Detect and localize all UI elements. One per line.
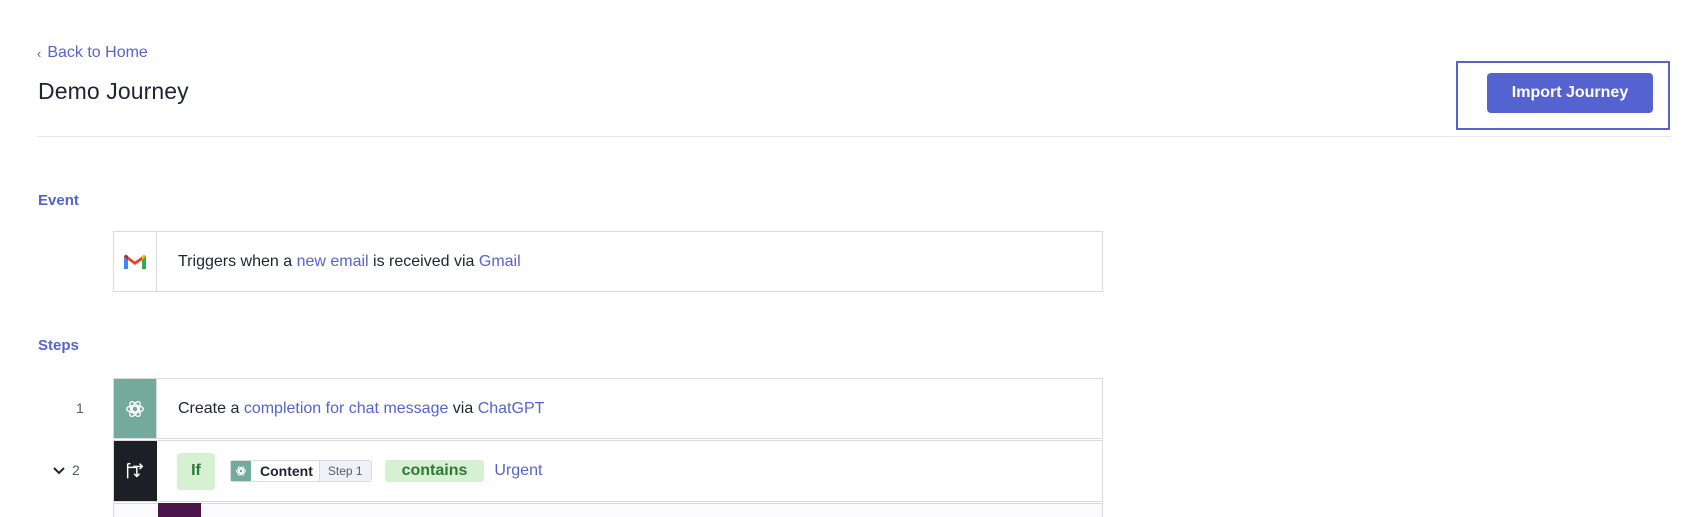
- chevron-left-icon: ‹: [37, 45, 42, 61]
- gmail-icon: [114, 232, 157, 291]
- step-1-prefix-text: Create a: [178, 399, 244, 417]
- step-1-middle-text: via: [448, 399, 478, 417]
- condition-value-link[interactable]: Urgent: [494, 462, 542, 480]
- operator-pill[interactable]: contains: [384, 460, 485, 482]
- chatgpt-app-link[interactable]: ChatGPT: [478, 400, 545, 417]
- branch-icon: [114, 441, 157, 501]
- field-step-badge: Step 1: [318, 461, 371, 481]
- if-pill: If: [177, 452, 215, 490]
- completion-action-link[interactable]: completion for chat message: [244, 400, 449, 417]
- page-title: Demo Journey: [38, 78, 189, 104]
- chatgpt-icon: [114, 379, 157, 438]
- step-1-number: 1: [76, 400, 84, 416]
- event-trigger-text: Triggers when a new email is received vi…: [157, 253, 521, 271]
- slack-icon: [158, 503, 201, 517]
- chatgpt-small-icon: [231, 461, 251, 481]
- back-link[interactable]: ‹ Back to Home: [37, 44, 148, 62]
- step-2-number: 2: [72, 462, 80, 478]
- collapse-step-2-chevron-icon[interactable]: [53, 462, 65, 478]
- step-1-text: Create a completion for chat message via…: [157, 400, 544, 418]
- import-journey-button[interactable]: Import Journey: [1487, 73, 1653, 113]
- condition-row: If Content Step 1 contains Urgent: [157, 452, 542, 490]
- gmail-app-link[interactable]: Gmail: [479, 253, 521, 270]
- header-divider: [37, 136, 1671, 137]
- event-middle-text: is received via: [368, 252, 479, 270]
- field-label: Content: [260, 463, 313, 479]
- step-3-card-partial[interactable]: [113, 503, 1103, 517]
- back-link-label: Back to Home: [47, 44, 148, 61]
- content-field-token[interactable]: Content Step 1: [230, 460, 372, 482]
- trigger-link[interactable]: new email: [297, 253, 369, 270]
- step-2-condition-card[interactable]: If Content Step 1 contains Urgent: [113, 440, 1103, 502]
- event-trigger-card[interactable]: Triggers when a new email is received vi…: [113, 231, 1103, 292]
- event-section-label: Event: [38, 192, 79, 209]
- steps-section-label: Steps: [38, 337, 79, 354]
- step-1-card[interactable]: Create a completion for chat message via…: [113, 378, 1103, 439]
- event-prefix-text: Triggers when a: [178, 252, 297, 270]
